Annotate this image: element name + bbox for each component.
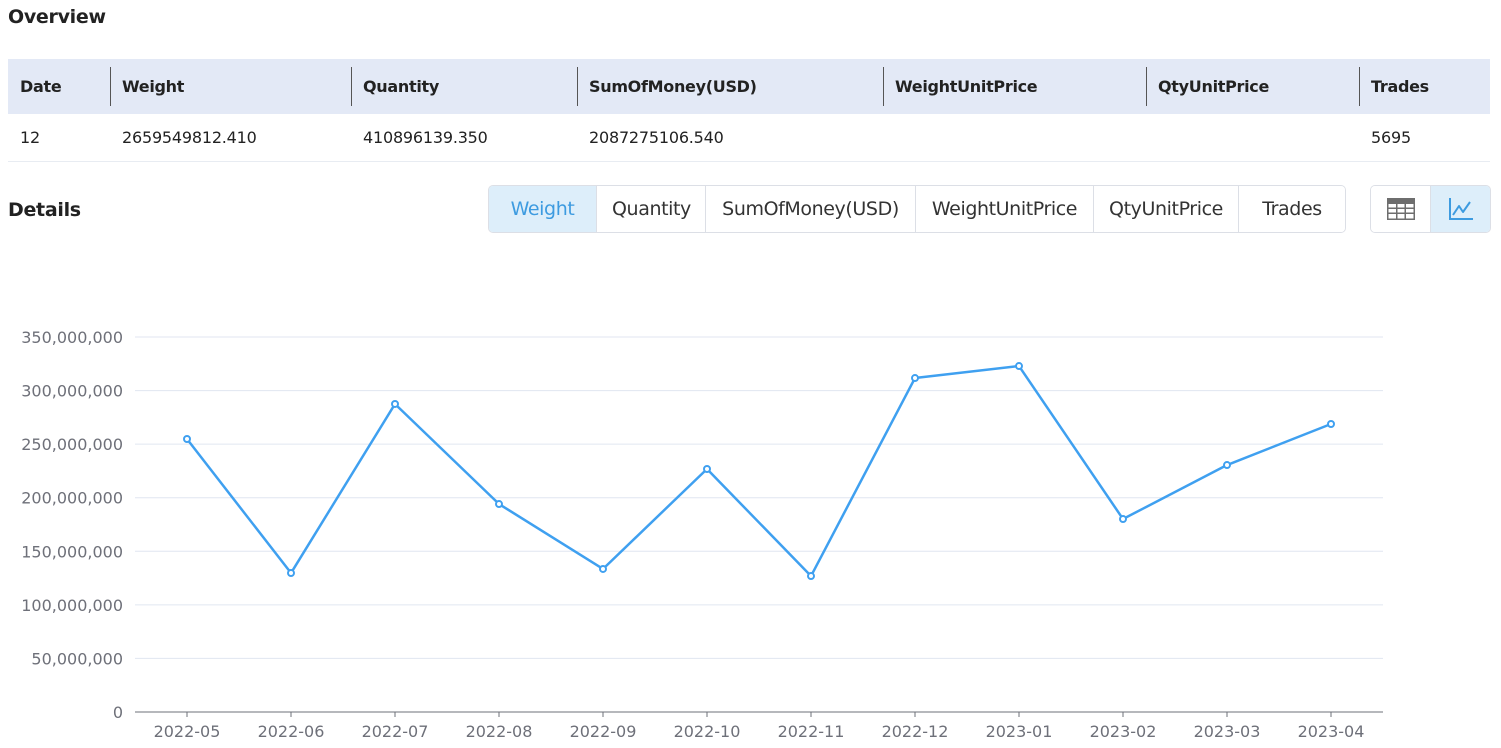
table-icon bbox=[1386, 198, 1415, 220]
y-tick-label: 100,000,000 bbox=[21, 596, 123, 615]
data-point[interactable] bbox=[183, 435, 191, 443]
x-tick-label: 2022-10 bbox=[674, 722, 741, 741]
x-tick-label: 2022-12 bbox=[882, 722, 949, 741]
cell-weight: 2659549812.410 bbox=[110, 114, 351, 162]
cell-quantity: 410896139.350 bbox=[351, 114, 577, 162]
y-tick-label: 350,000,000 bbox=[21, 328, 123, 347]
tab-weight[interactable]: Weight bbox=[489, 186, 596, 232]
x-axis: 2022-05 2022-06 2022-07 2022-08 2022-09 2022-… bbox=[135, 711, 1383, 741]
data-point[interactable] bbox=[703, 465, 711, 473]
col-header-qtyunitprice: QtyUnitPrice bbox=[1146, 59, 1359, 114]
weight-line-chart: 0 50,000,000 100,000,000 150,000,000 200,000… bbox=[21, 328, 1383, 741]
overview-data-row: 12 2659549812.410 410896139.350 20872751… bbox=[8, 114, 1490, 162]
data-point[interactable] bbox=[287, 569, 295, 578]
data-point[interactable] bbox=[1327, 420, 1335, 428]
tab-weightunitprice[interactable]: WeightUnitPrice bbox=[915, 186, 1093, 232]
x-tick-label: 2023-01 bbox=[986, 722, 1053, 741]
y-axis-labels: 0 50,000,000 100,000,000 150,000,000 200,000… bbox=[21, 328, 123, 722]
x-tick-label: 2023-04 bbox=[1298, 722, 1365, 741]
line-chart-icon bbox=[1448, 198, 1473, 220]
overview-header-row: Date Weight Quantity SumOfMoney(USD) Wei… bbox=[8, 59, 1490, 114]
cell-date: 12 bbox=[8, 114, 110, 162]
tab-trades[interactable]: Trades bbox=[1238, 186, 1345, 232]
data-point[interactable] bbox=[391, 399, 399, 408]
table-view-button[interactable] bbox=[1371, 186, 1430, 232]
data-point[interactable] bbox=[1119, 515, 1127, 524]
x-tick-label: 2022-07 bbox=[362, 722, 429, 741]
col-header-trades: Trades bbox=[1359, 59, 1490, 114]
x-tick-label: 2022-05 bbox=[154, 722, 221, 741]
data-point[interactable] bbox=[807, 572, 815, 581]
chart-view-button[interactable] bbox=[1430, 186, 1490, 232]
weight-series bbox=[183, 362, 1335, 581]
y-tick-label: 200,000,000 bbox=[21, 489, 123, 508]
tab-qtyunitprice[interactable]: QtyUnitPrice bbox=[1093, 186, 1238, 232]
y-tick-label: 50,000,000 bbox=[31, 649, 123, 668]
tab-quantity[interactable]: Quantity bbox=[596, 186, 705, 232]
col-header-weightunitprice: WeightUnitPrice bbox=[883, 59, 1146, 114]
overview-table: Date Weight Quantity SumOfMoney(USD) Wei… bbox=[8, 59, 1490, 162]
x-tick-label: 2023-02 bbox=[1090, 722, 1157, 741]
metric-tabs: Weight Quantity SumOfMoney(USD) WeightUn… bbox=[488, 185, 1346, 233]
x-tick-label: 2022-08 bbox=[466, 722, 533, 741]
data-point[interactable] bbox=[1223, 461, 1231, 470]
series-line bbox=[186, 364, 1332, 578]
col-header-sumofmoney: SumOfMoney(USD) bbox=[577, 59, 883, 114]
x-tick-label: 2023-03 bbox=[1194, 722, 1261, 741]
tab-sumofmoney[interactable]: SumOfMoney(USD) bbox=[705, 186, 915, 232]
col-header-weight: Weight bbox=[110, 59, 351, 114]
data-point[interactable] bbox=[495, 500, 503, 509]
view-toggle bbox=[1370, 185, 1491, 233]
y-tick-label: 0 bbox=[113, 703, 123, 722]
x-tick-label: 2022-09 bbox=[570, 722, 637, 741]
cell-trades: 5695 bbox=[1359, 114, 1490, 162]
data-point[interactable] bbox=[599, 564, 607, 573]
cell-sumofmoney: 2087275106.540 bbox=[577, 114, 883, 162]
col-header-quantity: Quantity bbox=[351, 59, 577, 114]
col-header-date: Date bbox=[8, 59, 110, 114]
y-tick-label: 300,000,000 bbox=[21, 382, 123, 401]
x-tick-label: 2022-11 bbox=[778, 722, 845, 741]
x-tick-label: 2022-06 bbox=[258, 722, 325, 741]
data-point[interactable] bbox=[911, 374, 919, 383]
data-point[interactable] bbox=[1015, 362, 1023, 371]
overview-title: Overview bbox=[8, 6, 106, 28]
cell-weightunitprice bbox=[883, 114, 1146, 162]
y-tick-label: 150,000,000 bbox=[21, 542, 123, 561]
grid-lines bbox=[135, 336, 1383, 659]
details-title: Details bbox=[8, 199, 81, 221]
y-tick-label: 250,000,000 bbox=[21, 435, 123, 454]
cell-qtyunitprice bbox=[1146, 114, 1359, 162]
